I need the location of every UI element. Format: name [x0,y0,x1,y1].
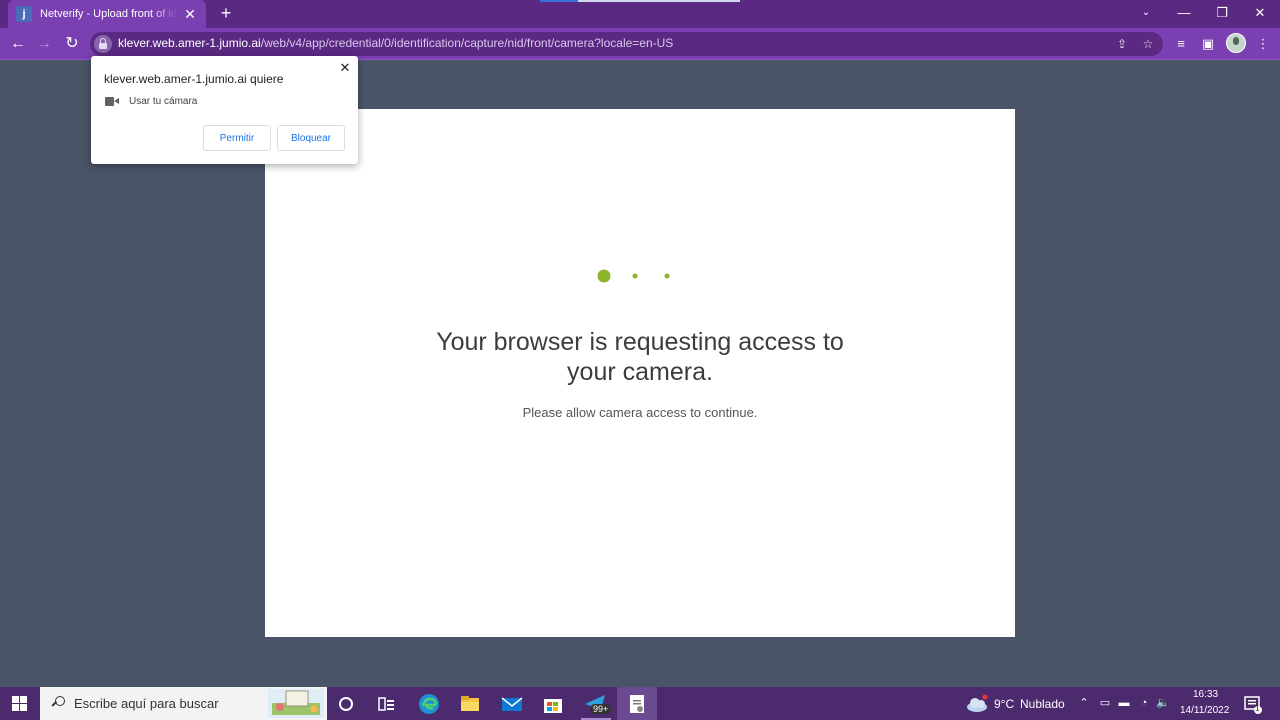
verification-card: Your browser is requesting access to you… [265,109,1015,637]
search-icon [51,696,66,710]
camera-permission-popup: klever.web.amer-1.jumio.ai quiere ✕ Usar… [91,56,358,164]
profile-avatar[interactable] [1226,33,1246,53]
popup-title: klever.web.amer-1.jumio.ai quiere [104,72,284,86]
page-heading: Your browser is requesting access to you… [436,328,844,386]
windows-start-icon[interactable] [12,696,27,711]
reload-icon[interactable]: ↻ [62,34,82,54]
close-window-button[interactable]: ✕ [1250,4,1270,22]
block-button[interactable]: Bloquear [277,125,345,151]
clock-date[interactable]: 14/11/2022 [1180,705,1229,716]
search-highlight-illustration [268,689,324,718]
file-explorer-icon[interactable] [458,692,482,716]
media-queue-icon[interactable]: ≡ [1172,35,1190,53]
url-host: klever.web.amer-1.jumio.ai [118,36,261,50]
search-placeholder: Escribe aquí para buscar [74,696,219,711]
browser-tab[interactable]: j Netverify - Upload front of identity d… [8,0,206,28]
taskbar-search-box[interactable]: Escribe aquí para buscar [40,687,327,720]
weather-condition: Nublado [1020,697,1065,711]
restore-button[interactable]: ❐ [1212,4,1232,22]
page-subtext: Please allow camera access to continue. [522,405,758,420]
minimize-button[interactable]: — [1174,4,1194,22]
permission-label: Usar tu cámara [129,96,198,107]
clock-time[interactable]: 16:33 [1193,689,1218,700]
device-icon[interactable]: ▭ [1098,696,1112,710]
notification-count: 1 [1255,704,1260,713]
notifications-icon[interactable] [1243,692,1263,716]
new-tab-button[interactable]: + [216,3,236,23]
cloudy-weather-icon[interactable] [965,692,991,716]
download-progress-strip [540,0,740,2]
loading-dots [597,269,670,283]
show-hidden-icons-chevron-icon[interactable]: ⌃ [1077,696,1091,710]
task-view-icon[interactable] [374,692,398,716]
tab-search-chevron-icon[interactable]: ⌄ [1136,4,1156,22]
tab-close-icon[interactable]: ✕ [182,6,198,23]
wifi-icon[interactable]: ◔ [1137,696,1151,710]
forward-arrow-icon[interactable]: → [34,34,54,54]
allow-button[interactable]: Permitir [203,125,271,151]
tab-favicon-icon: j [16,6,32,22]
loading-dot-1 [597,269,611,283]
tab-strip: j Netverify - Upload front of identity d… [0,0,1280,28]
edge-browser-icon[interactable] [417,692,441,716]
share-icon[interactable]: ⇪ [1114,36,1130,52]
cortana-icon[interactable] [334,692,358,716]
video-camera-icon [105,97,119,106]
microsoft-store-icon[interactable] [541,692,565,716]
popup-close-icon[interactable]: ✕ [337,60,353,76]
side-panel-icon[interactable]: ▣ [1199,35,1217,53]
battery-icon[interactable]: ▬ [1117,696,1131,710]
volume-icon[interactable]: 🔈 [1156,696,1170,710]
mail-icon[interactable] [500,692,524,716]
url-path: /web/v4/app/credential/0/identification/… [260,36,674,50]
menu-kebab-icon[interactable]: ⋮ [1254,35,1272,53]
back-arrow-icon[interactable]: ← [8,34,28,54]
document-app-icon[interactable] [625,692,649,716]
loading-dot-3 [664,273,670,279]
loading-dot-2 [632,273,638,279]
weather-temperature: 9°C [994,697,1015,711]
lock-icon[interactable] [94,35,112,53]
url-text[interactable]: klever.web.amer-1.jumio.ai/web/v4/app/cr… [118,36,673,50]
windows-taskbar: Escribe aquí para buscar 99+ 9°C Nublado… [0,687,1280,720]
address-bar[interactable]: klever.web.amer-1.jumio.ai/web/v4/app/cr… [90,32,1163,56]
telegram-badge: 99+ [590,704,612,714]
bookmark-star-icon[interactable]: ☆ [1140,36,1156,52]
tab-title: Netverify - Upload front of identity doc… [40,8,178,20]
